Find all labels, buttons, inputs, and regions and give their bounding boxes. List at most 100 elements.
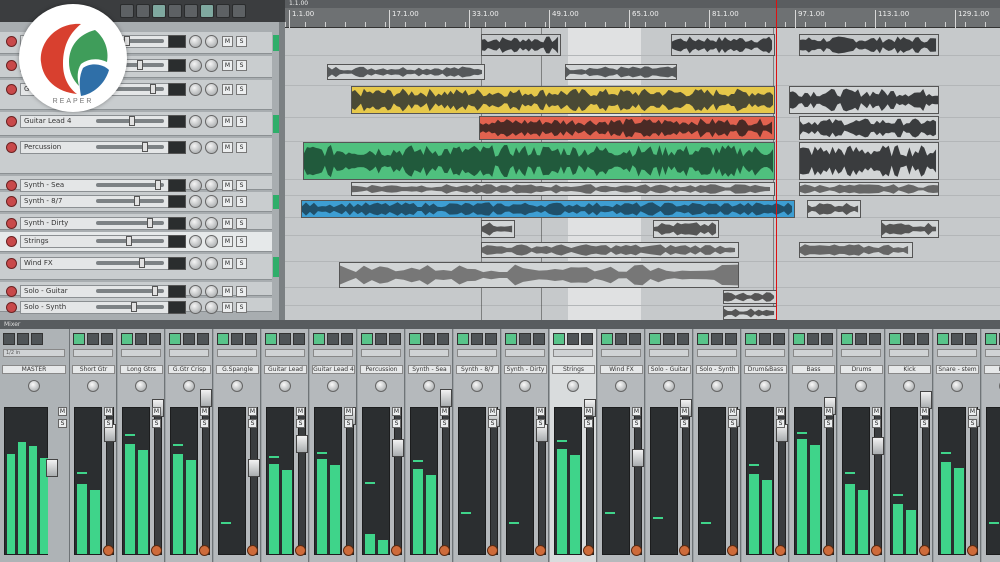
phase-invert-button[interactable] [967,545,978,556]
track-volume-handle[interactable] [137,60,143,70]
record-arm-button[interactable] [6,258,17,269]
fx-bypass-button[interactable] [711,333,723,345]
track-width-knob[interactable] [205,83,218,96]
strip-name[interactable]: Guitar Lead [264,365,307,374]
strip-io[interactable] [409,349,449,357]
strip-io[interactable] [169,349,209,357]
media-item[interactable] [807,200,861,218]
strip-io[interactable] [601,349,641,357]
record-arm-button[interactable] [6,180,17,191]
track-width-knob[interactable] [205,257,218,270]
fx-button[interactable] [217,333,229,345]
track-pan-knob[interactable] [189,195,202,208]
strip-mute-button[interactable]: M [872,407,881,416]
fx-bypass-button[interactable] [423,333,435,345]
strip-name[interactable]: Synth - Sea [408,365,451,374]
strip-mute-button[interactable]: M [440,407,449,416]
fx-bypass-button[interactable] [471,333,483,345]
track-lane[interactable] [285,290,1000,306]
track-solo-button[interactable]: S [236,36,247,47]
record-arm-button[interactable] [6,142,17,153]
strip-name[interactable]: Drums [840,365,883,374]
trim-icon[interactable] [232,4,246,18]
track-volume-fader[interactable] [96,286,164,296]
track-header[interactable]: Solo - Guitar M S [0,282,272,298]
track-header[interactable]: Percussion M S [0,138,272,174]
phase-invert-button[interactable] [583,545,594,556]
route-button[interactable] [965,333,977,345]
strip-io[interactable] [841,349,881,357]
fx-bypass-button[interactable] [17,333,29,345]
ruler-bar-2[interactable]: 33.1.00 [469,10,499,28]
strip-mute-button[interactable]: M [344,407,353,416]
strip-name[interactable]: G.Spangle [216,365,259,374]
strip-io[interactable] [745,349,785,357]
fx-bypass-button[interactable] [87,333,99,345]
strip-solo-button[interactable]: S [152,419,161,428]
media-item[interactable] [799,142,939,180]
strip-io[interactable] [649,349,689,357]
media-item[interactable] [339,262,739,288]
track-width-knob[interactable] [205,179,218,192]
track-solo-button[interactable]: S [236,60,247,71]
track-volume-handle[interactable] [134,196,140,206]
track-width-knob[interactable] [205,115,218,128]
record-arm-button[interactable] [6,36,17,47]
strip-pan-knob[interactable] [327,380,339,392]
phase-invert-button[interactable] [391,545,402,556]
track-volume-handle[interactable] [129,116,135,126]
strip-pan-knob[interactable] [519,380,531,392]
strip-io[interactable] [697,349,737,357]
phase-invert-button[interactable] [487,545,498,556]
track-width-knob[interactable] [205,217,218,230]
track-mute-button[interactable]: M [222,180,233,191]
strip-pan-knob[interactable] [711,380,723,392]
track-solo-button[interactable]: S [236,196,247,207]
track-pan-knob[interactable] [189,35,202,48]
track-lane[interactable] [285,306,1000,320]
strip-name[interactable]: Synth - 8/7 [456,365,499,374]
phase-invert-button[interactable] [535,545,546,556]
track-mute-button[interactable]: M [222,196,233,207]
media-item[interactable] [653,220,719,238]
track-header[interactable]: Synth - Dirty M S [0,214,272,230]
fx-bypass-button[interactable] [519,333,531,345]
track-mute-button[interactable]: M [222,286,233,297]
strip-mute-button[interactable]: M [584,407,593,416]
lock-icon[interactable] [168,4,182,18]
route-button[interactable] [149,333,161,345]
strip-mute-button[interactable]: M [200,407,209,416]
phase-invert-button[interactable] [823,545,834,556]
strip-io[interactable] [73,349,113,357]
route-button[interactable] [821,333,833,345]
strip-solo-button[interactable]: S [728,419,737,428]
track-width-knob[interactable] [205,235,218,248]
fx-bypass-button[interactable] [135,333,147,345]
track-solo-button[interactable]: S [236,236,247,247]
track-pan-knob[interactable] [189,235,202,248]
ripple-icon[interactable] [152,4,166,18]
media-item[interactable] [799,116,939,140]
strip-volume-fader[interactable] [200,389,212,407]
fx-button[interactable] [121,333,133,345]
strip-mute-button[interactable]: M [968,407,977,416]
strip-solo-button[interactable]: S [344,419,353,428]
strip-volume-fader[interactable] [392,439,404,457]
strip-mute-button[interactable]: M [632,407,641,416]
route-button[interactable] [389,333,401,345]
strip-mute-button[interactable]: M [152,407,161,416]
strip-mute-button[interactable]: M [920,407,929,416]
media-item[interactable] [671,34,775,56]
arrange-view[interactable] [285,28,1000,320]
track-mute-button[interactable]: M [222,116,233,127]
track-volume-handle[interactable] [155,180,161,190]
fx-button[interactable] [73,333,85,345]
strip-name[interactable]: G.Gtr Crisp [168,365,211,374]
track-pan-knob[interactable] [189,59,202,72]
media-item[interactable] [723,290,777,304]
fx-button[interactable] [985,333,997,345]
route-button[interactable] [629,333,641,345]
media-item[interactable] [479,116,775,140]
record-arm-button[interactable] [6,84,17,95]
track-solo-button[interactable]: S [236,142,247,153]
